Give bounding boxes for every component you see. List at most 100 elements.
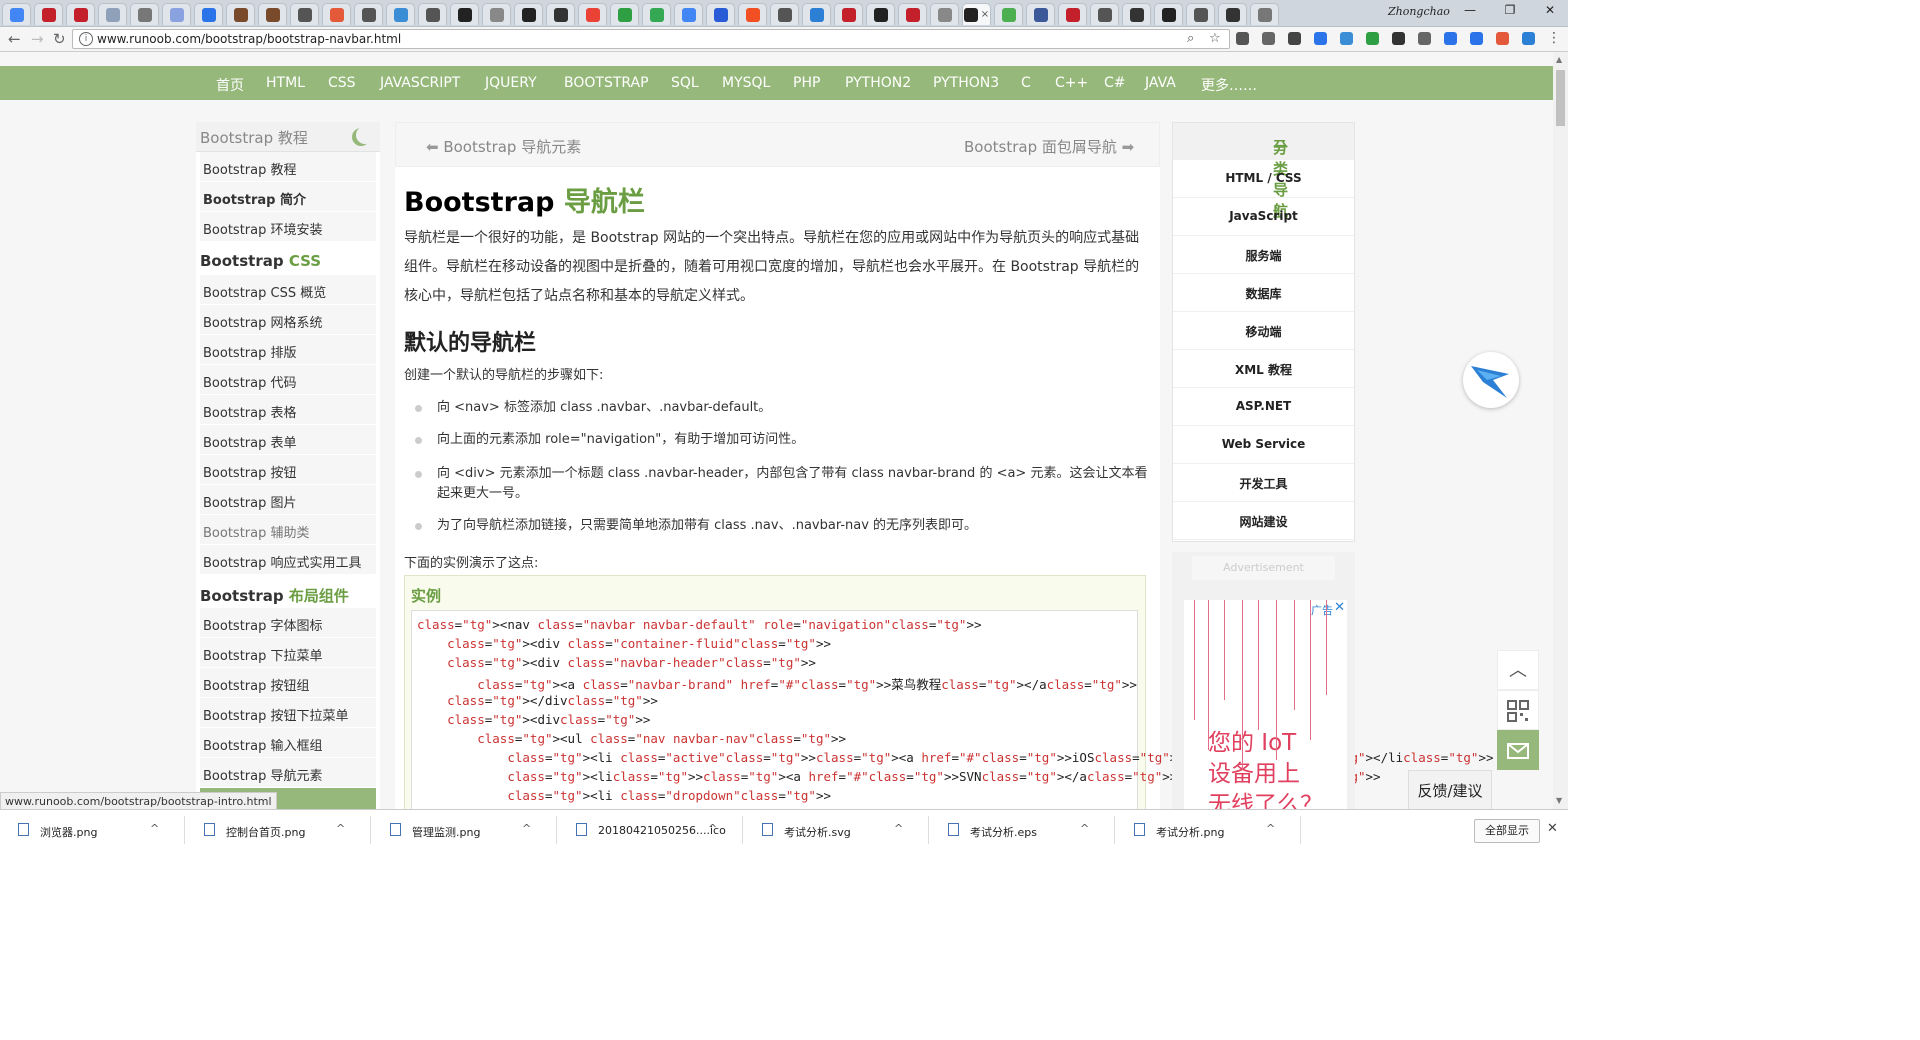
extension-icon[interactable] (1288, 32, 1301, 45)
profile-name[interactable]: Zhongchao (1388, 5, 1450, 18)
category-item[interactable]: 移动端 (1173, 312, 1354, 350)
browser-tab[interactable] (802, 3, 831, 25)
browser-tab[interactable] (546, 3, 575, 25)
sidebar-item[interactable]: Bootstrap 网格系统 (200, 305, 376, 335)
browser-tab[interactable] (866, 3, 895, 25)
topnav-item[interactable]: C# (1104, 75, 1126, 91)
chevron-up-icon[interactable]: ^ (1080, 822, 1089, 835)
topnav-item[interactable]: SQL (671, 75, 699, 91)
category-item[interactable]: XML 教程 (1173, 350, 1354, 388)
scroll-down-icon[interactable]: ▼ (1556, 796, 1562, 805)
browser-tab[interactable] (322, 3, 351, 25)
topnav-item[interactable]: C++ (1055, 75, 1088, 91)
category-item[interactable]: Web Service (1173, 426, 1354, 464)
ad-tag[interactable]: 广告 (1311, 602, 1333, 618)
sidebar-item[interactable]: Bootstrap 下拉菜单 (200, 638, 376, 668)
browser-tab[interactable] (258, 3, 287, 25)
download-item[interactable]: 浏览器.png ^ (0, 810, 178, 850)
browser-tab[interactable] (610, 3, 639, 25)
scrollbar-thumb[interactable] (1556, 70, 1565, 126)
url-text[interactable]: www.runoob.com/bootstrap/bootstrap-navba… (97, 32, 401, 46)
chrome-menu-icon[interactable]: ⋮ (1547, 30, 1561, 46)
browser-tab[interactable] (930, 3, 959, 25)
moon-icon[interactable] (356, 126, 374, 144)
extension-icon[interactable] (1470, 32, 1483, 45)
extension-icon[interactable] (1340, 32, 1353, 45)
next-link[interactable]: Bootstrap 面包屑导航 ➡ (964, 136, 1134, 157)
chevron-up-icon[interactable]: ^ (336, 822, 345, 835)
download-item[interactable]: 考试分析.png ^ (1116, 810, 1294, 850)
extension-icon[interactable] (1522, 32, 1535, 45)
browser-tab[interactable] (770, 3, 799, 25)
sidebar-item[interactable]: Bootstrap 按钮组 (200, 668, 376, 698)
category-item[interactable]: 数据库 (1173, 274, 1354, 312)
topnav-item[interactable]: MYSQL (722, 75, 770, 91)
browser-tab[interactable] (1154, 3, 1183, 25)
ad-close-icon[interactable]: ✕ (1334, 600, 1345, 615)
sidebar-item[interactable]: Bootstrap CSS 概览 (200, 275, 376, 305)
forward-icon[interactable]: → (31, 30, 44, 48)
reload-icon[interactable]: ↻ (53, 30, 66, 48)
extension-icon[interactable] (1236, 32, 1249, 45)
topnav-item[interactable]: JQUERY (485, 75, 537, 91)
ad-banner[interactable]: 广告 ✕ 您的 IoT 设备用上 无线了么？ (1184, 600, 1347, 809)
browser-tab[interactable] (1090, 3, 1119, 25)
download-item[interactable]: 20180421050256....ico ^ (558, 810, 736, 850)
download-item[interactable]: 考试分析.eps ^ (930, 810, 1108, 850)
extension-icon[interactable] (1444, 32, 1457, 45)
browser-tab[interactable]: × (962, 3, 991, 25)
category-item[interactable]: 网站建设 (1173, 502, 1354, 540)
topnav-item[interactable]: JAVA (1145, 75, 1176, 91)
extension-icon[interactable] (1392, 32, 1405, 45)
extension-icon[interactable] (1314, 32, 1327, 45)
vertical-scrollbar[interactable]: ▲ ▼ (1553, 52, 1568, 809)
browser-tab[interactable] (418, 3, 447, 25)
browser-tab[interactable] (1218, 3, 1247, 25)
browser-tab[interactable] (66, 3, 95, 25)
topnav-item[interactable]: HTML (266, 75, 305, 91)
sidebar-item[interactable]: Bootstrap 表格 (200, 395, 376, 425)
back-icon[interactable]: ← (8, 30, 21, 48)
sidebar-item[interactable]: Bootstrap 字体图标 (200, 608, 376, 638)
browser-tab[interactable] (2, 3, 31, 25)
sidebar-item[interactable]: Bootstrap 代码 (200, 365, 376, 395)
qrcode-button[interactable] (1497, 690, 1539, 730)
browser-tab[interactable] (706, 3, 735, 25)
topnav-item[interactable]: 首页 (216, 75, 244, 95)
sidebar-item[interactable]: Bootstrap 辅助类 (200, 515, 376, 545)
bookmark-star-icon[interactable]: ☆ (1209, 31, 1221, 46)
browser-tab[interactable] (1186, 3, 1215, 25)
topnav-item[interactable]: PYTHON3 (933, 75, 999, 91)
browser-tab[interactable] (34, 3, 63, 25)
sidebar-item[interactable]: Bootstrap 排版 (200, 335, 376, 365)
topnav-item[interactable]: JAVASCRIPT (380, 75, 460, 91)
browser-tab[interactable] (450, 3, 479, 25)
sidebar-item[interactable]: Bootstrap 输入框组 (200, 728, 376, 758)
sidebar-item[interactable]: Bootstrap 环境安装 (200, 212, 376, 242)
browser-tab[interactable] (738, 3, 767, 25)
sidebar-item[interactable]: Bootstrap 简介 (200, 182, 376, 212)
browser-tab[interactable] (290, 3, 319, 25)
category-item[interactable]: 开发工具 (1173, 464, 1354, 502)
close-window-icon[interactable]: ✕ (1538, 3, 1562, 21)
browser-tab[interactable] (354, 3, 383, 25)
prev-link[interactable]: ⬅ Bootstrap 导航元素 (426, 136, 581, 157)
browser-tab[interactable] (1122, 3, 1151, 25)
chevron-up-icon[interactable]: ^ (150, 822, 159, 835)
sidebar-item[interactable]: Bootstrap 按钮下拉菜单 (200, 698, 376, 728)
topnav-item[interactable]: C (1021, 75, 1031, 91)
category-item[interactable]: JavaScript (1173, 198, 1354, 236)
show-all-downloads-button[interactable]: 全部显示 (1474, 819, 1540, 843)
category-item[interactable]: ASP.NET (1173, 388, 1354, 426)
browser-tab[interactable] (898, 3, 927, 25)
browser-tab[interactable] (386, 3, 415, 25)
restore-icon[interactable]: ❐ (1498, 3, 1522, 21)
browser-tab[interactable] (642, 3, 671, 25)
browser-tab[interactable] (98, 3, 127, 25)
browser-tab[interactable] (1058, 3, 1087, 25)
bird-assistant-icon[interactable] (1463, 352, 1519, 408)
extension-icon[interactable] (1496, 32, 1509, 45)
topnav-item[interactable]: PHP (793, 75, 820, 91)
minimize-icon[interactable]: — (1458, 3, 1482, 21)
category-item[interactable]: 服务端 (1173, 236, 1354, 274)
